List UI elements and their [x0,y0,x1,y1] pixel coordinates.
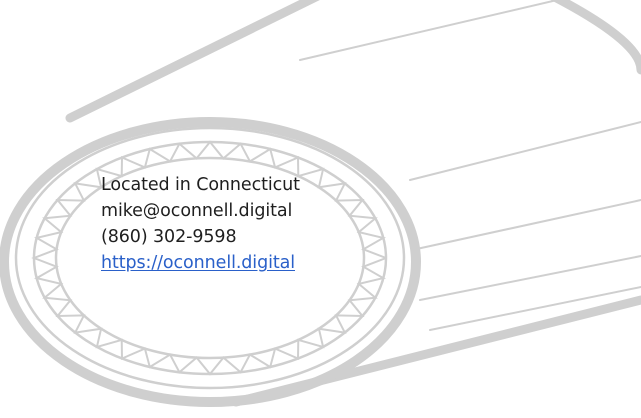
location-text: Located in Connecticut [101,175,300,195]
contact-page: Located in Connecticut mike@oconnell.dig… [0,0,641,418]
email-text: mike@oconnell.digital [101,201,293,221]
website-link[interactable]: https://oconnell.digital [101,250,300,276]
contact-info: Located in Connecticut mike@oconnell.dig… [101,172,300,276]
phone-text: (860) 302-9598 [101,227,237,247]
rolled-belt-illustration [0,0,641,407]
